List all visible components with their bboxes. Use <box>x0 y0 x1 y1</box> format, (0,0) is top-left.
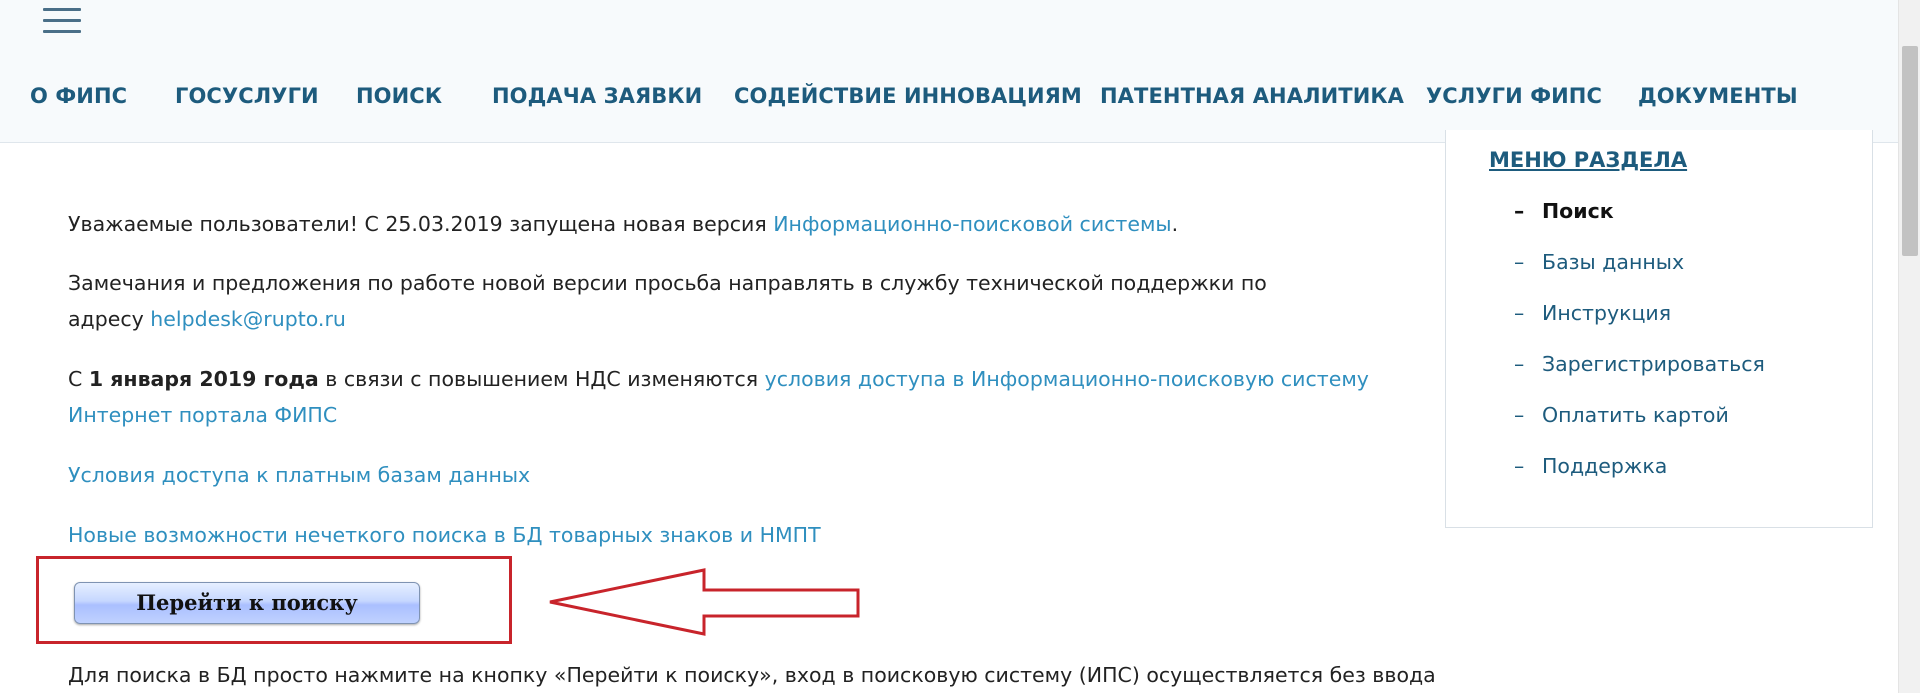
dash-marker: – <box>1514 454 1542 478</box>
nav-item-uslugi-fips[interactable]: УСЛУГИ ФИПС <box>1426 84 1602 108</box>
vertical-scrollbar[interactable] <box>1898 0 1920 693</box>
dash-marker: – <box>1514 403 1542 427</box>
nav-item-podacha-zayavki[interactable]: ПОДАЧА ЗАЯВКИ <box>492 84 702 108</box>
side-item-label: Поддержка <box>1542 454 1667 478</box>
access-conditions-link[interactable]: условия доступа в Информационно-поискову… <box>765 367 1369 391</box>
paid-db-paragraph: Условия доступа к платным базам данных <box>68 457 530 493</box>
hamburger-menu-icon[interactable] <box>43 8 81 36</box>
side-item-poisk[interactable]: –Поиск <box>1514 199 1614 223</box>
side-item-bazy-dannyh[interactable]: –Базы данных <box>1514 250 1684 274</box>
vat-prefix: С <box>68 367 89 391</box>
vat-paragraph-line1: С 1 января 2019 года в связи с повышение… <box>68 361 1369 397</box>
nav-item-patentnaya-analitika[interactable]: ПАТЕНТНАЯ АНАЛИТИКА <box>1100 84 1404 108</box>
side-item-label: Инструкция <box>1542 301 1671 325</box>
dash-marker: – <box>1514 352 1542 376</box>
announcement-end: . <box>1172 212 1179 236</box>
scrollbar-thumb[interactable] <box>1902 46 1918 256</box>
dash-marker: – <box>1514 199 1542 223</box>
section-menu-title[interactable]: МЕНЮ РАЗДЕЛА <box>1489 148 1687 172</box>
nav-item-gosuslugi[interactable]: ГОСУСЛУГИ <box>175 84 319 108</box>
feedback-paragraph-line1: Замечания и предложения по работе новой … <box>68 265 1267 301</box>
feedback-address-label: адресу <box>68 307 150 331</box>
nav-item-poisk[interactable]: ПОИСК <box>356 84 442 108</box>
announcement-text: Уважаемые пользователи! С 25.03.2019 зап… <box>68 212 773 236</box>
vat-middle: в связи с повышением НДС изменяются <box>319 367 765 391</box>
dash-marker: – <box>1514 301 1542 325</box>
feedback-paragraph-line2: адресу helpdesk@rupto.ru <box>68 301 346 337</box>
access-conditions-link-continued[interactable]: Интернет портала ФИПС <box>68 403 337 427</box>
nav-item-dokumenty[interactable]: ДОКУМЕНТЫ <box>1638 84 1798 108</box>
nav-item-sodeystvie-innovatsiyam[interactable]: СОДЕЙСТВИЕ ИННОВАЦИЯМ <box>734 84 1082 108</box>
side-item-oplatit-kartoy[interactable]: –Оплатить картой <box>1514 403 1729 427</box>
side-item-label: Базы данных <box>1542 250 1684 274</box>
main-nav: О ФИПС ГОСУСЛУГИ ПОИСК ПОДАЧА ЗАЯВКИ СОД… <box>0 84 1898 120</box>
page: О ФИПС ГОСУСЛУГИ ПОИСК ПОДАЧА ЗАЯВКИ СОД… <box>0 0 1920 693</box>
left-arrow-annotation-icon <box>548 568 864 640</box>
dash-marker: – <box>1514 250 1542 274</box>
side-item-instruktsiya[interactable]: –Инструкция <box>1514 301 1671 325</box>
vat-date: 1 января 2019 года <box>89 367 319 391</box>
fuzzy-search-link[interactable]: Новые возможности нечеткого поиска в БД … <box>68 523 821 547</box>
go-to-search-button[interactable]: Перейти к поиску <box>74 582 420 624</box>
announcement-paragraph: Уважаемые пользователи! С 25.03.2019 зап… <box>68 206 1178 242</box>
side-item-label: Оплатить картой <box>1542 403 1729 427</box>
ips-link[interactable]: Информационно-поисковой системы <box>773 212 1171 236</box>
side-item-label: Поиск <box>1542 199 1614 223</box>
helpdesk-email-link[interactable]: helpdesk@rupto.ru <box>150 307 346 331</box>
paid-databases-link[interactable]: Условия доступа к платным базам данных <box>68 463 530 487</box>
side-item-label: Зарегистрироваться <box>1542 352 1765 376</box>
side-item-zaregistrirovatsya[interactable]: –Зарегистрироваться <box>1514 352 1765 376</box>
vat-paragraph-line2: Интернет портала ФИПС <box>68 397 337 433</box>
site-header: О ФИПС ГОСУСЛУГИ ПОИСК ПОДАЧА ЗАЯВКИ СОД… <box>0 0 1898 143</box>
search-instructions-text: Для поиска в БД просто нажмите на кнопку… <box>68 657 1436 693</box>
nav-item-o-fips[interactable]: О ФИПС <box>30 84 127 108</box>
fuzzy-search-paragraph: Новые возможности нечеткого поиска в БД … <box>68 517 821 553</box>
side-item-podderzhka[interactable]: –Поддержка <box>1514 454 1667 478</box>
section-side-menu: МЕНЮ РАЗДЕЛА –Поиск –Базы данных –Инстру… <box>1445 130 1873 528</box>
